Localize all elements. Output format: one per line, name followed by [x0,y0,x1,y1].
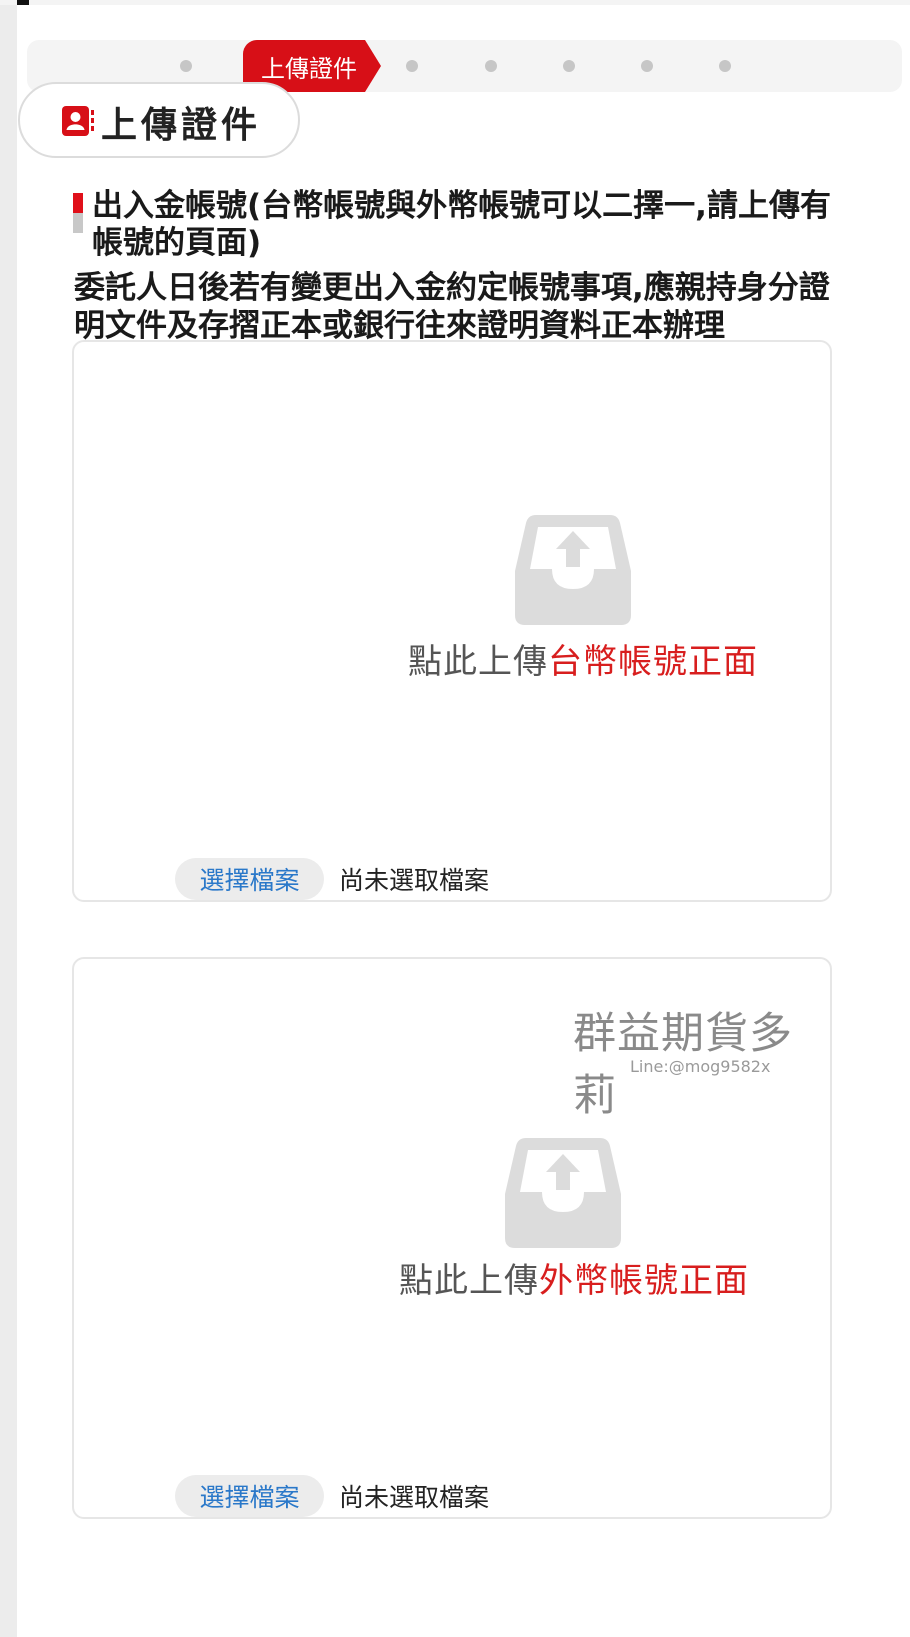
upload-target-text: 外幣帳號正面 [539,1261,749,1301]
upload-tray-icon [505,1138,621,1248]
contact-card-icon [62,106,94,136]
choose-file-button[interactable]: 選擇檔案 [175,1475,324,1517]
upload-card-twd: 點此上傳台幣帳號正面 選擇檔案 尚未選取檔案 [72,340,832,902]
file-picker-row: 選擇檔案 尚未選取檔案 [175,857,489,901]
upload-prompt-text: 點此上傳 [399,1261,539,1301]
step-dot [406,60,418,72]
step-dot [563,60,575,72]
heading-marker-shadow [73,213,83,233]
upload-target-text: 台幣帳號正面 [548,642,758,682]
upload-dropzone-foreign[interactable]: 群益期貨多莉 Line:@mog9582x 點此上傳外幣帳號正面 [74,959,830,1517]
upload-prompt: 點此上傳台幣帳號正面 [408,634,758,683]
section-header: 上傳證件 [18,82,300,158]
choose-file-button[interactable]: 選擇檔案 [175,858,324,900]
upload-tray-icon [515,515,631,625]
account-change-notice: 委託人日後若有變更出入金約定帳號事項,應親持身分證明文件及存摺正本或銀行往來證明… [74,270,830,344]
upload-dropzone-twd[interactable]: 點此上傳台幣帳號正面 [74,342,830,900]
step-dot [719,60,731,72]
form-page: 上傳證件 上傳證件 出入金帳號(台幣帳號與外幣帳號可以二擇一,請上傳有帳號的頁面… [17,5,910,1637]
section-title: 上傳證件 [101,105,262,146]
watermark-line-id: Line:@mog9582x [630,1057,771,1076]
step-dot [485,60,497,72]
file-status-text: 尚未選取檔案 [339,1483,490,1512]
heading-marker [73,193,83,213]
step-dot [641,60,653,72]
upload-prompt: 點此上傳外幣帳號正面 [399,1253,749,1302]
upload-prompt-text: 點此上傳 [408,642,548,682]
upload-card-foreign: 群益期貨多莉 Line:@mog9582x 點此上傳外幣帳號正面 選擇檔案 尚未… [72,957,832,1519]
field-heading: 出入金帳號(台幣帳號與外幣帳號可以二擇一,請上傳有帳號的頁面) [92,188,831,261]
file-status-text: 尚未選取檔案 [339,866,490,895]
step-dot [180,60,192,72]
file-picker-row: 選擇檔案 尚未選取檔案 [175,1474,489,1518]
step-active-label: 上傳證件 [261,54,357,83]
